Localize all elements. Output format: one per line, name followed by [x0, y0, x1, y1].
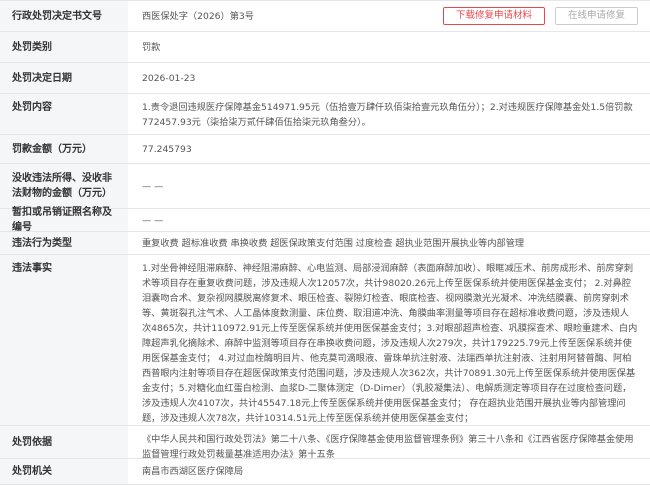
amount-label: 罚款金额（万元） — [0, 135, 128, 163]
doc-no-value-cell: 西医保处字（2026）第3号 下载修复申请材料 在线申请修复 — [128, 1, 650, 31]
penalty-info-table: 行政处罚决定书文号 西医保处字（2026）第3号 下载修复申请材料 在线申请修复… — [0, 0, 650, 485]
content-value: 1.责令退回违规医疗保障基金514971.95元（伍拾壹万肆仟玖佰柒拾壹元玖角伍… — [142, 102, 633, 128]
authority-label: 处罚机关 — [0, 459, 128, 484]
row-license: 暂扣或吊销证照名称及编号 — — — [0, 207, 650, 233]
license-label: 暂扣或吊销证照名称及编号 — [0, 207, 128, 233]
row-authority: 处罚机关 南昌市西湖区医疗保障局 — [0, 459, 650, 485]
row-amount: 罚款金额（万元） 77.245793 — [0, 135, 650, 164]
doc-no-value: 西医保处字（2026）第3号 — [142, 10, 254, 22]
confiscated-label: 没收违法所得、没收非法财物的金额（万元） — [0, 164, 128, 208]
confiscated-value: — — — [142, 180, 164, 192]
authority-value: 南昌市西湖区医疗保障局 — [142, 466, 244, 477]
row-confiscated: 没收违法所得、没收非法财物的金额（万元） — — — [0, 164, 650, 209]
row-content: 处罚内容 1.责令退回违规医疗保障基金514971.95元（伍拾壹万肆仟玖佰柒拾… — [0, 94, 650, 135]
repair-actions: 下载修复申请材料 在线申请修复 — [442, 7, 638, 25]
basis-label: 处罚依据 — [0, 426, 128, 458]
violation-type-label: 违法行为类型 — [0, 232, 128, 254]
content-label: 处罚内容 — [0, 94, 128, 134]
date-label: 处罚决定日期 — [0, 63, 128, 93]
row-category: 处罚类别 罚款 — [0, 32, 650, 63]
online-repair-apply-button[interactable]: 在线申请修复 — [554, 7, 638, 25]
facts-value: 1.对坐骨神经阻滞麻醉、神经阻滞麻醉、心电监测、局部浸润麻醉（表面麻醉加收）、眼… — [142, 263, 638, 424]
category-value: 罚款 — [142, 41, 161, 53]
basis-value: 《中华人民共和国行政处罚法》第二十八条、《医疗保障基金使用监督管理条例》第三十八… — [142, 434, 634, 460]
row-doc-no: 行政处罚决定书文号 西医保处字（2026）第3号 下载修复申请材料 在线申请修复 — [0, 1, 650, 32]
row-violation-type: 违法行为类型 重复收费 超标准收费 串换收费 超医保政策支付范围 过度检查 超执… — [0, 232, 650, 255]
row-facts: 违法事实 1.对坐骨神经阻滞麻醉、神经阻滞麻醉、心电监测、局部浸润麻醉（表面麻醉… — [0, 255, 650, 426]
amount-value: 77.245793 — [142, 143, 192, 155]
violation-type-value: 重复收费 超标准收费 串换收费 超医保政策支付范围 过度检查 超执业范围开展执业… — [142, 237, 525, 249]
date-value: 2026-01-23 — [142, 72, 196, 84]
row-basis: 处罚依据 《中华人民共和国行政处罚法》第二十八条、《医疗保障基金使用监督管理条例… — [0, 426, 650, 460]
facts-label: 违法事实 — [0, 255, 128, 425]
row-date: 处罚决定日期 2026-01-23 — [0, 63, 650, 94]
download-repair-materials-button[interactable]: 下载修复申请材料 — [442, 7, 545, 25]
category-label: 处罚类别 — [0, 32, 128, 62]
doc-no-label: 行政处罚决定书文号 — [0, 1, 128, 31]
license-value: — — — [142, 214, 164, 226]
